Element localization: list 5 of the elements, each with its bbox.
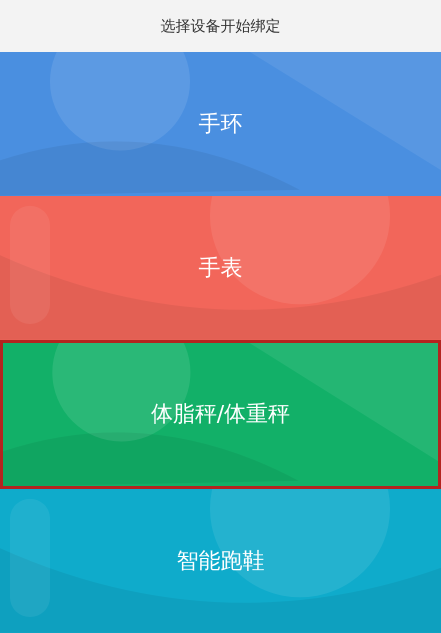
device-option[interactable]: 手表 bbox=[0, 196, 441, 340]
device-option[interactable]: 手环 bbox=[0, 52, 441, 196]
page-title: 选择设备开始绑定 bbox=[160, 16, 280, 36]
device-option[interactable]: 智能跑鞋 bbox=[0, 489, 441, 633]
device-option[interactable]: 体脂秤/体重秤 bbox=[0, 340, 441, 490]
